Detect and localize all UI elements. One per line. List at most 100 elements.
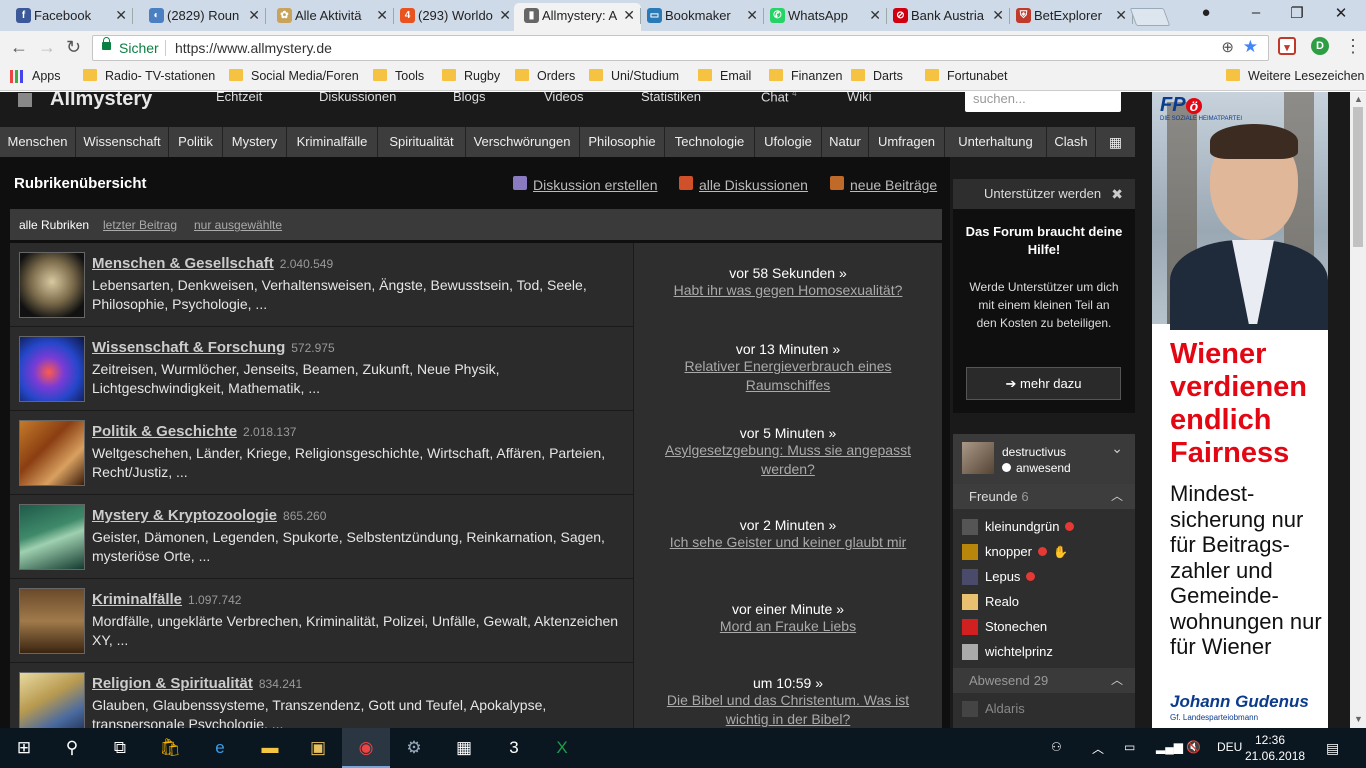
close-tab-icon[interactable]: ✕: [1115, 3, 1127, 28]
browser-tab[interactable]: ▭ Bookmaker ✕: [637, 3, 764, 31]
close-tab-icon[interactable]: ✕: [248, 3, 260, 28]
extension-icon[interactable]: D: [1311, 37, 1329, 55]
more-info-button[interactable]: ➔ mehr dazu: [966, 367, 1121, 400]
new-posts-link[interactable]: neue Beiträge: [830, 176, 937, 193]
forward-icon[interactable]: →: [38, 37, 56, 58]
top-nav-item[interactable]: Diskussionen: [319, 92, 396, 104]
filter-last-post[interactable]: letzter Beitrag: [103, 218, 177, 232]
language-indicator[interactable]: DEU: [1217, 740, 1242, 754]
last-post-time[interactable]: vor 5 Minuten »: [654, 425, 922, 441]
last-post-topic-link[interactable]: Ich sehe Geister und keiner glaubt mir: [654, 533, 922, 552]
filter-selected-only[interactable]: nur ausgewählte: [194, 218, 282, 232]
category-tab[interactable]: Umfragen: [869, 127, 945, 157]
system-clock[interactable]: 12:36 21.06.2018: [1245, 732, 1305, 764]
rubric-thumbnail[interactable]: [19, 588, 85, 654]
category-tab[interactable]: Unterhaltung: [945, 127, 1047, 157]
top-nav-item[interactable]: Chat 4: [761, 92, 797, 104]
filter-all-rubrics[interactable]: alle Rubriken: [19, 218, 89, 232]
last-post-topic-link[interactable]: Asylgesetzgebung: Muss sie angepasst wer…: [654, 441, 922, 479]
away-section-header[interactable]: Abwesend 29 ︿: [953, 668, 1135, 693]
chrome-icon[interactable]: ◉: [342, 728, 390, 768]
last-post-time[interactable]: um 10:59 »: [654, 675, 922, 691]
bookmark-star-icon[interactable]: ★: [1243, 37, 1258, 57]
rubric-title[interactable]: Kriminalfälle 1.097.742: [92, 591, 241, 608]
close-tab-icon[interactable]: ✕: [869, 3, 881, 28]
last-post-time[interactable]: vor 58 Sekunden »: [654, 265, 922, 281]
close-icon[interactable]: ✖: [1111, 179, 1123, 209]
chevron-up-icon[interactable]: ︿: [1111, 484, 1123, 509]
close-tab-icon[interactable]: ✕: [746, 3, 758, 28]
last-post-topic-link[interactable]: Die Bibel und das Christentum. Was ist w…: [654, 691, 922, 728]
scrollbar-thumb[interactable]: [1353, 107, 1363, 247]
close-tab-icon[interactable]: ✕: [115, 3, 127, 28]
close-window-button[interactable]: ✕: [1331, 4, 1351, 22]
last-post-topic-link[interactable]: Habt ihr was gegen Homosexualität?: [654, 281, 922, 300]
friend-item[interactable]: knopper ✋: [962, 543, 1068, 561]
friend-item[interactable]: kleinundgrün: [962, 518, 1075, 536]
volume-icon[interactable]: 🔇: [1186, 740, 1201, 754]
category-tab[interactable]: Mystery: [223, 127, 287, 157]
rubric-title[interactable]: Wissenschaft & Forschung 572.975: [92, 339, 335, 356]
task-view-icon[interactable]: ⧉: [96, 728, 144, 768]
category-tab[interactable]: Spiritualität: [378, 127, 466, 157]
category-tab[interactable]: Clash: [1047, 127, 1096, 157]
steam-icon[interactable]: ⚙: [390, 728, 438, 768]
store-icon[interactable]: 🛍: [146, 728, 194, 768]
browser-tab[interactable]: ▮ Allmystery: A ✕: [514, 3, 641, 31]
top-nav-item[interactable]: Statistiken: [641, 92, 701, 104]
close-tab-icon[interactable]: ✕: [376, 3, 388, 28]
tray-expand-icon[interactable]: ︿: [1092, 740, 1104, 757]
bookmark-item[interactable]: Radio- TV-stationen: [83, 69, 215, 83]
category-tab[interactable]: Technologie: [665, 127, 755, 157]
away-friend-item[interactable]: Aldaris: [962, 700, 1025, 718]
browser-tab[interactable]: ⊘ Bank Austria ✕: [883, 3, 1010, 31]
rubric-title[interactable]: Menschen & Gesellschaft 2.040.549: [92, 255, 333, 272]
rubric-title[interactable]: Mystery & Kryptozoologie 865.260: [92, 507, 326, 524]
browser-tab[interactable]: f Facebook ✕: [6, 3, 133, 31]
close-tab-icon[interactable]: ✕: [992, 3, 1004, 28]
rubric-title[interactable]: Religion & Spiritualität 834.241: [92, 675, 302, 692]
address-bar[interactable]: Sicher https://www.allmystery.de ⊕ ★: [92, 35, 1269, 61]
battery-icon[interactable]: ▭: [1124, 740, 1135, 754]
friend-item[interactable]: wichtelprinz: [962, 643, 1053, 661]
current-user[interactable]: destructivus anwesend ⌄: [953, 434, 1135, 484]
scroll-up-icon[interactable]: ▲: [1354, 94, 1363, 104]
category-tab[interactable]: Philosophie: [580, 127, 665, 157]
top-nav-item[interactable]: Echtzeit: [216, 92, 262, 104]
close-tab-icon[interactable]: ✕: [499, 3, 511, 28]
excel-icon[interactable]: X: [538, 728, 586, 768]
bookmark-item[interactable]: Email: [698, 69, 751, 83]
category-tab[interactable]: Menschen: [0, 127, 76, 157]
scroll-down-icon[interactable]: ▼: [1354, 714, 1363, 724]
top-nav-item[interactable]: Wiki: [847, 92, 872, 104]
browser-tab[interactable]: ◐ (2829) Roun ✕: [139, 3, 266, 31]
bookmark-item[interactable]: Rugby: [442, 69, 500, 83]
new-tab-button[interactable]: [1129, 8, 1171, 26]
reload-icon[interactable]: ↻: [66, 37, 81, 58]
bookmark-item[interactable]: Apps: [10, 69, 61, 83]
windows-start-icon[interactable]: ⊞: [0, 728, 48, 768]
notifications-icon[interactable]: ▤: [1326, 740, 1339, 757]
create-discussion-link[interactable]: Diskussion erstellen: [513, 176, 658, 193]
rubric-thumbnail[interactable]: [19, 336, 85, 402]
grid-menu-icon[interactable]: ▦: [1096, 127, 1135, 157]
last-post-topic-link[interactable]: Mord an Frauke Liebs: [654, 617, 922, 636]
url-text[interactable]: https://www.allmystery.de: [175, 40, 332, 56]
last-post-time[interactable]: vor 2 Minuten »: [654, 517, 922, 533]
bookmark-item[interactable]: Tools: [373, 69, 424, 83]
friend-item[interactable]: Lepus: [962, 568, 1036, 586]
page-scrollbar[interactable]: ▲ ▼: [1350, 92, 1366, 728]
site-search-input[interactable]: suchen...: [965, 92, 1121, 112]
browser-menu-icon[interactable]: ⋮: [1344, 36, 1362, 57]
category-tab[interactable]: Wissenschaft: [76, 127, 169, 157]
bookmark-item[interactable]: Orders: [515, 69, 575, 83]
rubric-title[interactable]: Politik & Geschichte 2.018.137: [92, 423, 296, 440]
rubric-thumbnail[interactable]: [19, 252, 85, 318]
bookmark-item[interactable]: Fortunabet: [925, 69, 1007, 83]
rubric-thumbnail[interactable]: [19, 672, 85, 728]
last-post-time[interactable]: vor 13 Minuten »: [654, 341, 922, 357]
file-explorer-icon[interactable]: ▬: [246, 728, 294, 768]
top-nav-item[interactable]: Blogs: [453, 92, 486, 104]
top-nav-item[interactable]: Videos: [544, 92, 584, 104]
last-post-time[interactable]: vor einer Minute »: [654, 601, 922, 617]
